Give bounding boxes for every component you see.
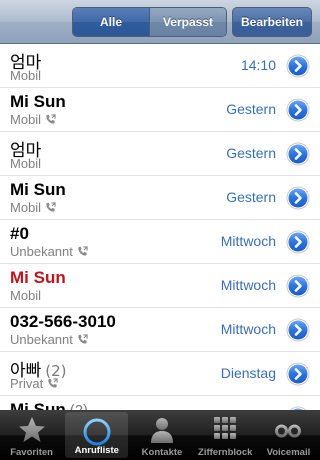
caller-name: #0 [10, 224, 29, 244]
outgoing-call-icon [46, 114, 56, 124]
tab-bar: Favoriten Anrufliste Kontakte Ziffernblo… [0, 410, 320, 460]
navigation-bar: Alle Verpasst Bearbeiten [0, 0, 320, 44]
outgoing-call-icon [78, 246, 88, 256]
call-time: Gestern [226, 145, 276, 161]
caller-name-text: Mi Sun [10, 400, 66, 410]
call-row[interactable]: 아빠 (2) Privat Dienstag [0, 352, 320, 396]
phone-label: Mobil [10, 112, 56, 127]
caller-name: Mi Sun [10, 92, 66, 112]
details-disclosure-icon[interactable] [286, 318, 310, 342]
voicemail-icon [275, 424, 302, 438]
call-row[interactable]: Mi Sun Mobil Gestern [0, 176, 320, 220]
call-time: Gestern [226, 189, 276, 205]
phone-label-text: Unbekannt [10, 244, 73, 259]
phone-label-text: Mobil [10, 156, 42, 171]
details-disclosure-icon[interactable] [286, 186, 310, 210]
tab-recents[interactable]: Anrufliste [65, 412, 129, 458]
edit-button[interactable]: Bearbeiten [232, 7, 312, 37]
details-disclosure-icon[interactable] [286, 230, 310, 254]
caller-name-text: 032-566-3010 [10, 312, 116, 331]
star-icon [18, 417, 45, 442]
call-row[interactable]: 032-566-3010 Unbekannt Mittwoch [0, 308, 320, 352]
call-time: Mittwoch [220, 321, 276, 337]
tab-keypad[interactable]: Ziffernblock [194, 410, 257, 460]
call-row[interactable]: Mi Sun Mobil Gestern [0, 88, 320, 132]
phone-label: Privat [10, 376, 58, 391]
clock-icon [83, 418, 111, 446]
tab-contacts[interactable]: Kontakte [130, 410, 193, 460]
details-disclosure-icon[interactable] [286, 54, 310, 78]
call-row[interactable]: 엄마 Mobil 14:10 [0, 44, 320, 88]
phone-label-text: Mobil [10, 112, 42, 127]
caller-name: 032-566-3010 [10, 312, 116, 332]
caller-name: Mi Sun [10, 268, 66, 288]
call-time: Mittwoch [220, 277, 276, 293]
caller-name: Mi Sun [10, 180, 66, 200]
tab-voicemail[interactable]: Voicemail [257, 410, 320, 460]
details-disclosure-icon[interactable] [286, 98, 310, 122]
call-count: (2) [70, 402, 88, 410]
keypad-icon [214, 417, 237, 439]
tab-label: Anrufliste [74, 445, 119, 456]
phone-label: Mobil [10, 68, 41, 83]
tab-label: Voicemail [266, 447, 311, 458]
caller-name-text: Mi Sun [10, 92, 66, 111]
call-row[interactable]: 엄마 Mobil Gestern [0, 132, 320, 176]
phone-label: Mobil [10, 156, 41, 171]
phone-label: Unbekannt [10, 244, 88, 259]
caller-name: Mi Sun (2) [10, 400, 88, 410]
tab-label: Favoriten [10, 447, 53, 458]
call-time: 14:10 [240, 57, 276, 73]
tab-label: Kontakte [141, 447, 183, 458]
phone-label-text: Privat [10, 376, 44, 391]
phone-label: Mobil [10, 288, 41, 303]
call-row[interactable]: #0 Unbekannt Mittwoch [0, 220, 320, 264]
outgoing-call-icon [46, 202, 56, 212]
details-disclosure-icon[interactable] [286, 274, 310, 298]
details-disclosure-icon[interactable] [286, 362, 310, 386]
phone-label-text: Unbekannt [10, 332, 73, 347]
segment-all[interactable]: Alle [73, 8, 149, 36]
phone-label-text: Mobil [10, 288, 42, 303]
caller-name-text: Mi Sun [10, 268, 66, 287]
details-disclosure-icon[interactable] [286, 142, 310, 166]
phone-label-text: Mobil [10, 200, 42, 215]
call-row[interactable]: Mi Sun Mobil Mittwoch [0, 264, 320, 308]
call-time: Gestern [226, 101, 276, 117]
outgoing-call-icon [48, 378, 58, 388]
recents-list[interactable]: 엄마 Mobil 14:10 Mi Sun Mobil Gestern 엄마 Mobil Ges… [0, 44, 320, 410]
tab-label: Ziffernblock [198, 447, 253, 458]
person-icon [151, 418, 173, 443]
segment-missed[interactable]: Verpasst [149, 8, 226, 36]
filter-segmented-control: Alle Verpasst [72, 7, 227, 37]
phone-label-text: Mobil [10, 68, 42, 83]
call-time: Mittwoch [220, 233, 276, 249]
phone-label: Unbekannt [10, 332, 88, 347]
caller-name-text: #0 [10, 224, 29, 243]
tab-favorites[interactable]: Favoriten [0, 410, 63, 460]
outgoing-call-icon [78, 334, 88, 344]
call-time: Dienstag [220, 365, 276, 381]
phone-label: Mobil [10, 200, 56, 215]
call-row[interactable]: Mi Sun (2) [0, 396, 320, 410]
caller-name-text: Mi Sun [10, 180, 66, 199]
